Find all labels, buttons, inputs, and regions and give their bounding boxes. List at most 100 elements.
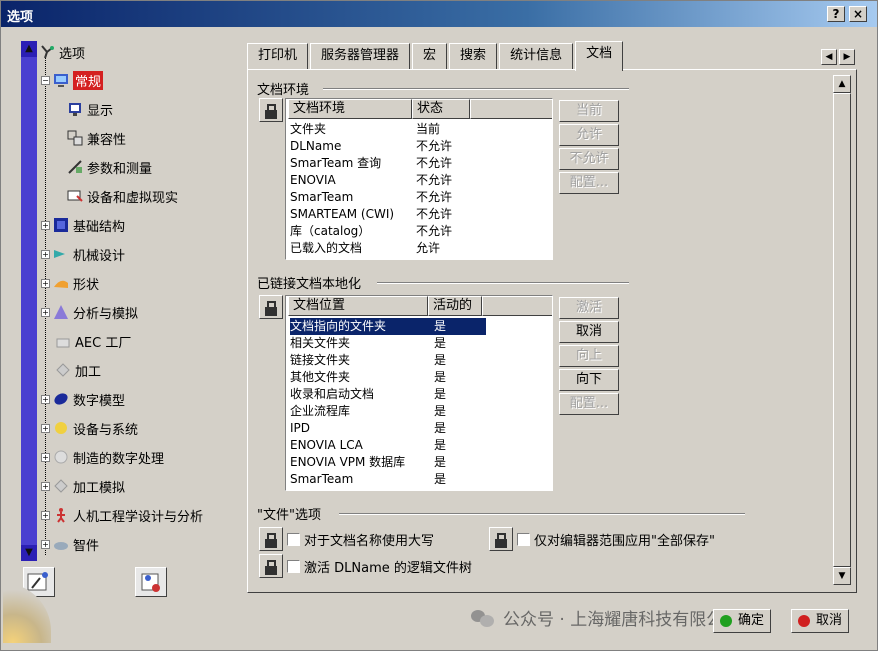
file-options-group-title: "文件"选项 — [257, 508, 321, 523]
tree-item-ergonomics[interactable]: + 人机工程学设计与分析 — [41, 504, 203, 526]
lock-icon[interactable] — [259, 527, 283, 551]
tab-printer[interactable]: 打印机 — [247, 43, 309, 69]
list-item[interactable]: 库（catalog） 不允许 — [290, 223, 452, 240]
tab-statistics[interactable]: 统计信息 — [499, 43, 574, 69]
tree-item-general[interactable]: − 常规 — [41, 69, 104, 91]
tree-item-parameters[interactable]: 参数和测量 — [67, 156, 152, 178]
ok-button[interactable]: 确定 — [713, 609, 772, 633]
expand-toggle[interactable]: + — [41, 481, 50, 491]
expand-toggle[interactable]: + — [41, 510, 50, 520]
list-item[interactable]: 收录和启动文档是 — [290, 386, 446, 403]
expand-toggle[interactable]: + — [41, 423, 50, 433]
col-header-status[interactable]: 状态 — [412, 99, 470, 119]
tree-scrollbar[interactable]: ▲ ▼ — [21, 41, 37, 561]
deactivate-button[interactable]: 取消 — [559, 321, 619, 343]
tree-item-equipment[interactable]: + 设备与系统 — [41, 417, 138, 439]
expand-toggle[interactable]: + — [41, 249, 50, 259]
tree-item-machining-simulation[interactable]: + 加工模拟 — [41, 475, 125, 497]
tab-scroll-right-button[interactable]: ▶ — [839, 49, 855, 65]
tree-item-mechanical-design[interactable]: + 机械设计 — [41, 243, 125, 265]
col-header-active[interactable]: 活动的 — [428, 296, 482, 316]
lock-icon[interactable] — [259, 554, 283, 578]
tree-item-shape[interactable]: + 形状 — [41, 272, 99, 294]
list-item[interactable]: IPD 是 — [290, 420, 446, 437]
allow-button[interactable]: 允许 — [559, 124, 619, 146]
list-item[interactable]: SMARTEAM (CWI) 不允许 — [290, 206, 452, 223]
list-item[interactable]: 已载入的文档 允许 — [290, 240, 440, 257]
list-item[interactable]: SmarTeam 不允许 — [290, 189, 452, 206]
tree-item-infrastructure[interactable]: + 基础结构 — [41, 214, 125, 236]
uppercase-checkbox[interactable] — [287, 533, 300, 546]
disallow-button[interactable]: 不允许 — [559, 148, 619, 170]
list-item[interactable]: ENOVIA VPM 数据库是 — [290, 454, 446, 471]
expand-toggle[interactable]: + — [41, 539, 50, 549]
save-all-option[interactable]: 仅对编辑器范围应用"全部保存" — [517, 530, 715, 549]
expand-toggle[interactable]: − — [41, 75, 50, 85]
uppercase-option[interactable]: 对于文档名称使用大写 — [287, 530, 434, 549]
dlname-option[interactable]: 激活 DLName 的逻辑文件树 — [287, 557, 472, 576]
title-bar[interactable]: 选项 ? × — [1, 1, 877, 27]
linked-doc-list[interactable]: 文档位置 活动的 文档指向的文件夹是 相关文件夹是 链接文件夹是 其他文件夹是 … — [285, 295, 553, 491]
tab-scroll-left-button[interactable]: ◀ — [821, 49, 837, 65]
tab-search[interactable]: 搜索 — [449, 43, 498, 69]
lock-icon[interactable] — [259, 98, 283, 122]
col-header-doc-env[interactable]: 文档环境 — [288, 99, 412, 119]
set-current-button[interactable]: 当前 — [559, 100, 619, 122]
dlname-checkbox[interactable] — [287, 560, 300, 573]
list-item[interactable]: DLName 不允许 — [290, 138, 452, 155]
list-item[interactable]: 文档指向的文件夹是 — [290, 318, 486, 335]
cancel-button[interactable]: 取消 — [791, 609, 850, 633]
tree-item-digital-mockup[interactable]: + 数字模型 — [41, 388, 125, 410]
move-down-button[interactable]: 向下 — [559, 369, 619, 391]
list-item[interactable]: 相关文件夹是 — [290, 335, 446, 352]
list-item[interactable]: ENOVIA 不允许 — [290, 172, 452, 189]
tab-macro[interactable]: 宏 — [412, 43, 448, 69]
tree-item-options[interactable]: 选项 — [39, 41, 85, 63]
tree-item-smartware[interactable]: + 智件 — [41, 533, 99, 555]
tree-item-aec-plant[interactable]: AEC 工厂 — [55, 330, 131, 352]
save-all-checkbox[interactable] — [517, 533, 530, 546]
expand-toggle[interactable]: + — [41, 394, 50, 404]
tree-settings-button[interactable] — [135, 567, 167, 597]
doc-env-list[interactable]: 文档环境 状态 文件夹 当前 DLName 不允许 SmarTeam 查询 不允许 E… — [285, 98, 553, 260]
tree-item-analysis[interactable]: + 分析与模拟 — [41, 301, 138, 323]
tree-scroll-down-button[interactable]: ▼ — [21, 545, 37, 561]
tree-item-devices[interactable]: 设备和虚拟现实 — [67, 185, 178, 207]
expand-toggle[interactable]: + — [41, 278, 50, 288]
help-button[interactable]: ? — [827, 6, 845, 22]
expand-toggle[interactable]: + — [41, 220, 50, 230]
tree-scroll-up-button[interactable]: ▲ — [21, 41, 37, 57]
list-item[interactable]: SmarTeam 是 — [290, 471, 446, 488]
col-header-doc-location[interactable]: 文档位置 — [288, 296, 428, 316]
expand-toggle[interactable]: + — [41, 452, 50, 462]
list-item[interactable]: SmarTeam 查询 不允许 — [290, 155, 452, 172]
list-item[interactable]: ENOVIA LCA 是 — [290, 437, 446, 454]
configure-env-button[interactable]: 配置... — [559, 172, 619, 194]
lock-icon[interactable] — [489, 527, 513, 551]
list-item[interactable]: 链接文件夹是 — [290, 352, 446, 369]
scroll-up-button[interactable]: ▲ — [833, 75, 851, 93]
group-divider — [323, 88, 629, 90]
panel-scrollbar[interactable]: ▲ ▼ — [833, 75, 851, 585]
tab-document[interactable]: 文档 — [575, 41, 624, 71]
group-divider — [339, 513, 745, 515]
tab-server-manager[interactable]: 服务器管理器 — [310, 43, 411, 69]
tree-item-compatibility[interactable]: 兼容性 — [67, 127, 126, 149]
scroll-down-button[interactable]: ▼ — [833, 567, 851, 585]
move-up-button[interactable]: 向上 — [559, 345, 619, 367]
infrastructure-icon — [54, 218, 68, 232]
scroll-thumb[interactable] — [833, 93, 851, 567]
list-item[interactable]: 其他文件夹是 — [290, 369, 446, 386]
list-item[interactable]: 企业流程库是 — [290, 403, 446, 420]
expand-toggle[interactable]: + — [41, 307, 50, 317]
tree-item-display[interactable]: 显示 — [67, 98, 113, 120]
linked-doc-group-title: 已链接文档本地化 — [257, 277, 362, 292]
tree-item-machining[interactable]: 加工 — [55, 359, 101, 381]
activate-button[interactable]: 激活 — [559, 297, 619, 319]
close-button[interactable]: × — [849, 6, 867, 22]
configure-location-button[interactable]: 配置... — [559, 393, 619, 415]
tree-item-manufacturing[interactable]: + 制造的数字处理 — [41, 446, 164, 468]
lock-icon[interactable] — [259, 295, 283, 319]
list-item[interactable]: 文件夹 当前 — [290, 121, 440, 138]
compatibility-icon — [67, 130, 83, 146]
